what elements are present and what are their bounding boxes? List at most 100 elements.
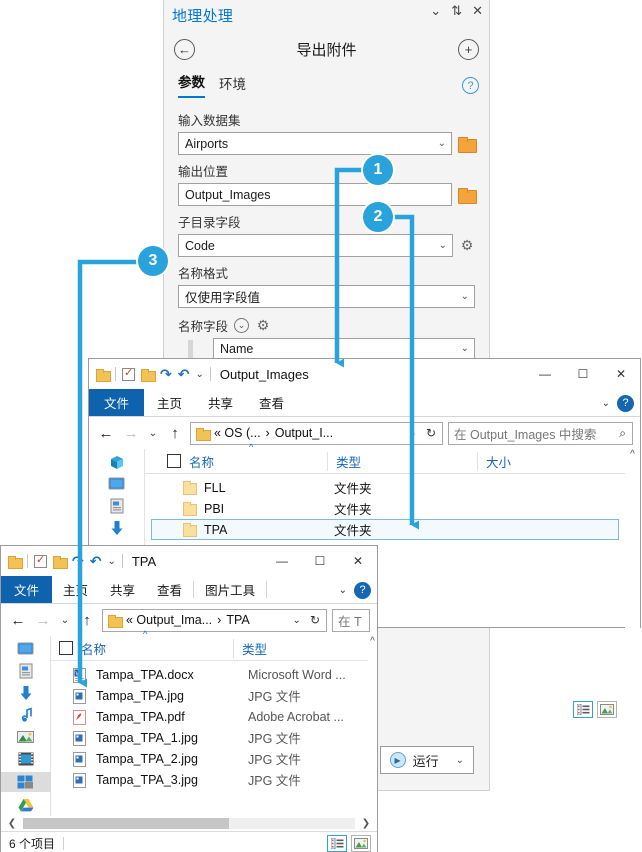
horizontal-scrollbar[interactable]: ❮ ❯ bbox=[1, 816, 377, 831]
breadcrumb[interactable]: « Output_Ima... › TPA bbox=[126, 613, 284, 627]
help-icon[interactable]: ? bbox=[617, 394, 634, 412]
ribbon-tab-home[interactable]: 主页 bbox=[52, 576, 99, 603]
redo-icon[interactable]: ↷ bbox=[72, 553, 84, 570]
forward-icon[interactable]: → bbox=[33, 612, 53, 629]
ribbon-tab-picture-tools[interactable]: 图片工具 bbox=[194, 576, 266, 603]
search-input[interactable]: 在 Output_Images 中搜索 ⌕ bbox=[448, 421, 633, 445]
chevron-down-icon[interactable]: ⌄ bbox=[602, 398, 610, 409]
output-location-input[interactable]: Output_Images bbox=[178, 183, 452, 206]
ribbon-tab-share[interactable]: 共享 bbox=[99, 576, 146, 603]
save-icon[interactable] bbox=[34, 553, 47, 568]
ribbon-tab-view[interactable]: 查看 bbox=[146, 576, 193, 603]
minimize-icon[interactable]: — bbox=[263, 546, 301, 576]
gear-icon[interactable]: ⚙ bbox=[255, 317, 271, 334]
close-icon[interactable]: ✕ bbox=[472, 4, 483, 18]
list-item[interactable]: Tampa_TPA.jpg JPG 文件 bbox=[51, 685, 368, 706]
table-row[interactable]: FLL 文件夹 bbox=[151, 477, 619, 498]
large-icons-view-button[interactable] bbox=[351, 835, 371, 852]
run-button[interactable]: ▶ 运行 ⌄ bbox=[379, 746, 474, 774]
desktop-icon[interactable] bbox=[108, 475, 126, 493]
tab-parameters[interactable]: 参数 bbox=[178, 71, 205, 98]
ribbon-tab-file[interactable]: 文件 bbox=[89, 389, 145, 416]
scroll-up-icon[interactable]: ^ bbox=[630, 449, 635, 460]
input-dataset-combobox[interactable]: Airports ⌄ bbox=[178, 132, 452, 155]
new-folder-icon[interactable] bbox=[53, 555, 68, 569]
documents-icon[interactable] bbox=[108, 497, 126, 515]
folder-icon[interactable] bbox=[8, 555, 23, 569]
vertical-scrollbar[interactable]: ^ bbox=[625, 449, 640, 629]
customize-quick-access-icon[interactable]: ⌄ bbox=[195, 369, 203, 380]
ribbon-tab-home[interactable]: 主页 bbox=[144, 389, 195, 416]
this-pc-icon[interactable] bbox=[0, 772, 51, 792]
refresh-icon[interactable]: ↻ bbox=[426, 426, 440, 440]
up-icon[interactable]: ↑ bbox=[165, 425, 185, 442]
subdirectory-field-combobox[interactable]: Code ⌄ bbox=[178, 234, 453, 257]
column-type[interactable]: 类型 bbox=[233, 638, 353, 658]
documents-icon[interactable] bbox=[17, 662, 35, 680]
close-icon[interactable]: ✕ bbox=[602, 359, 640, 389]
scroll-track[interactable] bbox=[23, 818, 355, 829]
desktop-icon[interactable] bbox=[17, 640, 35, 658]
maximize-icon[interactable]: ☐ bbox=[301, 546, 339, 576]
select-all-checkbox[interactable] bbox=[167, 454, 181, 468]
recent-locations-icon[interactable]: ⌄ bbox=[146, 428, 160, 439]
select-all-checkbox[interactable] bbox=[59, 641, 73, 655]
new-folder-icon[interactable] bbox=[141, 368, 156, 382]
table-row[interactable]: PBI 文件夹 bbox=[151, 498, 619, 519]
customize-quick-access-icon[interactable]: ⌄ bbox=[107, 556, 115, 567]
scroll-up-icon[interactable]: ^ bbox=[370, 636, 375, 647]
back-icon[interactable]: ← bbox=[96, 425, 116, 442]
back-icon[interactable]: ← bbox=[8, 612, 28, 629]
browse-folder-icon[interactable] bbox=[458, 187, 477, 204]
drag-handle[interactable] bbox=[188, 340, 193, 358]
pin-icon[interactable]: ⇅ bbox=[451, 4, 462, 18]
undo-icon[interactable]: ↶ bbox=[90, 553, 102, 570]
column-name[interactable]: ^ 名称 bbox=[189, 442, 327, 471]
search-input[interactable]: 在 T bbox=[332, 608, 370, 632]
scroll-left-icon[interactable]: ❮ bbox=[1, 818, 23, 829]
downloads-icon[interactable] bbox=[17, 684, 35, 702]
refresh-icon[interactable]: ↻ bbox=[310, 613, 324, 627]
tab-environments[interactable]: 环境 bbox=[219, 73, 246, 98]
list-item[interactable]: W Tampa_TPA.docx Microsoft Word ... bbox=[51, 664, 368, 685]
details-view-button[interactable] bbox=[327, 835, 347, 852]
name-format-combobox[interactable]: 仅使用字段值 ⌄ bbox=[178, 285, 475, 308]
column-type[interactable]: 类型 bbox=[327, 451, 477, 471]
chevron-down-icon[interactable]: ⌄ bbox=[234, 318, 250, 333]
address-input[interactable]: « OS (... › Output_I... ⌄ ↻ bbox=[190, 421, 443, 445]
help-icon[interactable]: ? bbox=[354, 581, 371, 599]
pictures-icon[interactable] bbox=[17, 728, 35, 746]
folder-icon[interactable] bbox=[96, 368, 111, 382]
close-icon[interactable]: ✕ bbox=[339, 546, 377, 576]
save-icon[interactable] bbox=[122, 366, 135, 381]
breadcrumb-current[interactable]: TPA bbox=[226, 613, 249, 627]
chevron-down-icon[interactable]: ⌄ bbox=[430, 4, 441, 18]
chevron-down-icon[interactable]: ⌄ bbox=[339, 585, 347, 596]
breadcrumb-root[interactable]: « Output_Ima... bbox=[126, 613, 212, 627]
list-item[interactable]: Tampa_TPA_2.jpg JPG 文件 bbox=[51, 748, 368, 769]
help-icon[interactable]: ? bbox=[462, 77, 479, 94]
gear-icon[interactable]: ⚙ bbox=[459, 237, 475, 254]
google-drive-icon[interactable] bbox=[17, 796, 35, 814]
ribbon-tab-file[interactable]: 文件 bbox=[1, 576, 53, 603]
table-row[interactable]: TPA 文件夹 bbox=[151, 519, 619, 540]
name-field-combobox[interactable]: Name ⌄ bbox=[213, 338, 475, 360]
column-size[interactable]: 大小 bbox=[477, 451, 587, 471]
add-icon[interactable]: + bbox=[458, 38, 479, 60]
forward-icon[interactable]: → bbox=[121, 425, 141, 442]
downloads-icon[interactable] bbox=[108, 519, 126, 537]
column-name[interactable]: ^ 名称 bbox=[81, 629, 233, 658]
ribbon-tab-view[interactable]: 查看 bbox=[246, 389, 297, 416]
undo-icon[interactable]: ↶ bbox=[178, 366, 190, 383]
details-view-button[interactable] bbox=[573, 701, 593, 718]
ribbon-tab-share[interactable]: 共享 bbox=[195, 389, 246, 416]
onedrive-icon[interactable] bbox=[108, 453, 126, 471]
address-input[interactable]: « Output_Ima... › TPA ⌄ ↻ bbox=[102, 608, 327, 632]
up-icon[interactable]: ↑ bbox=[77, 612, 97, 629]
scroll-thumb[interactable] bbox=[23, 818, 229, 829]
music-icon[interactable] bbox=[17, 706, 35, 724]
large-icons-view-button[interactable] bbox=[597, 701, 617, 718]
chevron-down-icon[interactable]: ⌄ bbox=[405, 428, 421, 439]
breadcrumb[interactable]: « OS (... › Output_I... bbox=[214, 426, 400, 440]
chevron-down-icon[interactable]: ⌄ bbox=[289, 615, 305, 626]
